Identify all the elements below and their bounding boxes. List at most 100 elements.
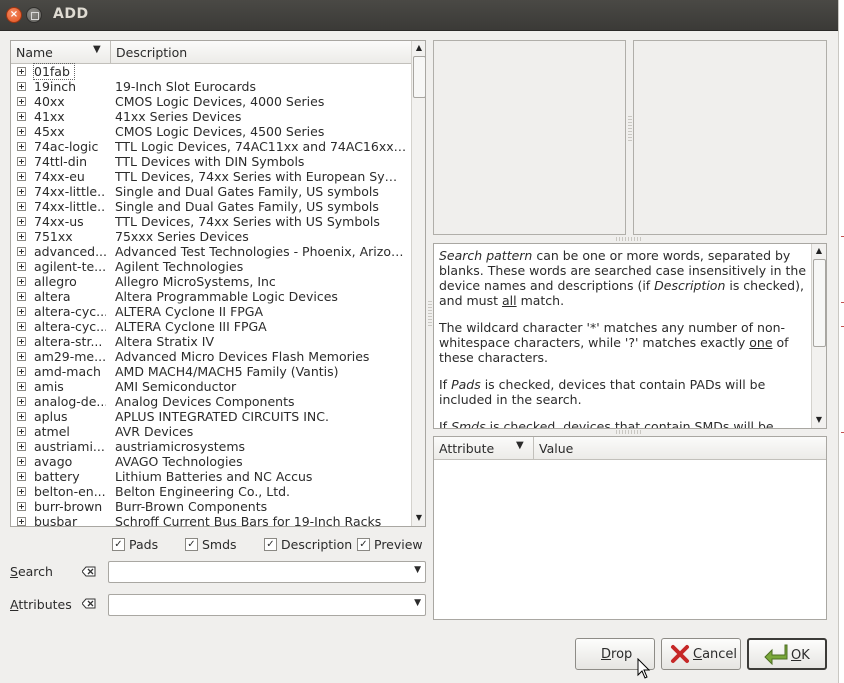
cancel-button[interactable]: Cancel — [661, 638, 741, 670]
expand-plus-icon[interactable] — [17, 157, 26, 166]
expand-plus-icon[interactable] — [17, 67, 26, 76]
maximize-icon[interactable] — [26, 7, 42, 23]
close-icon[interactable]: × — [6, 7, 22, 23]
tree-row[interactable]: atmel AVR Devices — [11, 424, 411, 439]
expand-plus-icon[interactable] — [17, 367, 26, 376]
expand-plus-icon[interactable] — [17, 427, 26, 436]
tree-row[interactable]: 74xx-little... Single and Dual Gates Fami… — [11, 184, 411, 199]
tree-row-name: 19inch — [34, 79, 77, 94]
tree-row[interactable]: belton-en... Belton Engineering Co., Ltd. — [11, 484, 411, 499]
attribute-sort-chevron-icon: ▼ — [516, 440, 524, 451]
expand-plus-icon[interactable] — [17, 442, 26, 451]
tree-row[interactable]: am29-me... Advanced Micro Devices Flash M… — [11, 349, 411, 364]
description-column-header[interactable]: Description — [116, 45, 187, 60]
name-column-header[interactable]: Name ▼ — [11, 41, 111, 63]
tree-row[interactable]: 45xx CMOS Logic Devices, 4500 Series — [11, 124, 411, 139]
tree-row[interactable]: 74ttl-din TTL Devices with DIN Symbols — [11, 154, 411, 169]
tree-row[interactable]: 40xx CMOS Logic Devices, 4000 Series — [11, 94, 411, 109]
tree-row-name: 01fab — [33, 63, 75, 80]
tree-row[interactable]: 74ac-logic TTL Logic Devices, 74AC11xx an… — [11, 139, 411, 154]
help-scroll-up-icon[interactable]: ▲ — [812, 244, 826, 258]
expand-plus-icon[interactable] — [17, 472, 26, 481]
tree-row[interactable]: 74xx-little... Single and Dual Gates Fami… — [11, 199, 411, 214]
expand-plus-icon[interactable] — [17, 172, 26, 181]
expand-plus-icon[interactable] — [17, 187, 26, 196]
expand-plus-icon[interactable] — [17, 217, 26, 226]
help-scrollbar[interactable]: ▲ ▼ — [811, 244, 826, 428]
expand-plus-icon[interactable] — [17, 307, 26, 316]
value-column-header[interactable]: Value — [539, 441, 573, 456]
expand-plus-icon[interactable] — [17, 292, 26, 301]
mouse-cursor-icon — [637, 658, 651, 679]
tree-row[interactable]: altera-cyc... ALTERA Cyclone III FPGA — [11, 319, 411, 334]
expand-plus-icon[interactable] — [17, 202, 26, 211]
expand-plus-icon[interactable] — [17, 502, 26, 511]
tree-row[interactable]: 751xx 75xxx Series Devices — [11, 229, 411, 244]
expand-plus-icon[interactable] — [17, 247, 26, 256]
tree-row-name: 74xx-little... — [34, 199, 106, 214]
tree-rows: 01fab 19inch 19-Inch Slot Eurocards 40xx CMO… — [11, 63, 411, 526]
attr-splitter[interactable] — [616, 430, 642, 434]
attributes-combobox[interactable]: ▼ — [108, 594, 426, 616]
expand-plus-icon[interactable] — [17, 142, 26, 151]
help-text-panel: Search pattern can be one or more words,… — [433, 243, 827, 429]
clear-search-icon[interactable] — [82, 566, 96, 577]
ok-button[interactable]: OK — [747, 638, 827, 670]
tree-row[interactable]: burr-brown Burr-Brown Components — [11, 499, 411, 514]
expand-plus-icon[interactable] — [17, 82, 26, 91]
expand-plus-icon[interactable] — [17, 262, 26, 271]
attribute-table[interactable]: Attribute ▼ Value — [433, 436, 827, 620]
expand-plus-icon[interactable] — [17, 127, 26, 136]
tree-row-name: 751xx — [34, 229, 73, 244]
tree-row[interactable]: altera Altera Programmable Logic Devices — [11, 289, 411, 304]
tree-row[interactable]: advanced... Advanced Test Technologies - … — [11, 244, 411, 259]
scroll-down-icon[interactable]: ▼ — [412, 511, 425, 525]
scroll-up-icon[interactable]: ▲ — [412, 41, 425, 55]
expand-plus-icon[interactable] — [17, 337, 26, 346]
vertical-splitter[interactable] — [428, 300, 432, 326]
expand-plus-icon[interactable] — [17, 487, 26, 496]
tree-row[interactable]: 41xx 41xx Series Devices — [11, 109, 411, 124]
expand-plus-icon[interactable] — [17, 112, 26, 121]
tree-row[interactable]: 74xx-us TTL Devices, 74xx Series with US … — [11, 214, 411, 229]
help-scroll-down-icon[interactable]: ▼ — [812, 413, 826, 427]
expand-plus-icon[interactable] — [17, 457, 26, 466]
expand-plus-icon[interactable] — [17, 232, 26, 241]
tree-row[interactable]: busbar Schroff Current Bus Bars for 19-In… — [11, 514, 411, 526]
expand-plus-icon[interactable] — [17, 397, 26, 406]
help-scroll-thumb[interactable] — [813, 259, 826, 347]
tree-row[interactable]: austriami... austriamicrosystems — [11, 439, 411, 454]
preview-splitter[interactable] — [628, 115, 632, 141]
tree-row-description: TTL Logic Devices, 74AC11xx and 74AC16xx… — [115, 139, 409, 154]
tree-scrollbar[interactable]: ▲ ▼ — [411, 41, 425, 526]
search-combobox[interactable]: ▼ — [108, 561, 426, 583]
help-splitter[interactable] — [616, 237, 642, 241]
tree-row[interactable]: 19inch 19-Inch Slot Eurocards — [11, 79, 411, 94]
tree-row-name: amis — [34, 379, 64, 394]
tree-row[interactable]: battery Lithium Batteries and NC Accus — [11, 469, 411, 484]
tree-row[interactable]: altera-str... Altera Stratix IV — [11, 334, 411, 349]
expand-plus-icon[interactable] — [17, 322, 26, 331]
expand-plus-icon[interactable] — [17, 412, 26, 421]
clear-attributes-icon[interactable] — [82, 598, 96, 609]
expand-plus-icon[interactable] — [17, 277, 26, 286]
tree-row[interactable]: 74xx-eu TTL Devices, 74xx Series with Eur… — [11, 169, 411, 184]
tree-row[interactable]: amd-mach AMD MACH4/MACH5 Family (Vantis) — [11, 364, 411, 379]
expand-plus-icon[interactable] — [17, 382, 26, 391]
scroll-thumb[interactable] — [413, 56, 425, 98]
tree-row[interactable]: 01fab — [11, 63, 411, 80]
library-tree[interactable]: Name ▼ Description 01fab 19inch 19-Inch Sl… — [10, 40, 426, 527]
tree-row[interactable]: altera-cyc... ALTERA Cyclone II FPGA — [11, 304, 411, 319]
attribute-column-header[interactable]: Attribute ▼ — [434, 437, 534, 459]
tree-row[interactable]: agilent-te... Agilent Technologies — [11, 259, 411, 274]
expand-plus-icon[interactable] — [17, 97, 26, 106]
tree-row[interactable]: allegro Allegro MicroSystems, Inc — [11, 274, 411, 289]
expand-plus-icon[interactable] — [17, 517, 26, 526]
tree-row[interactable]: amis AMI Semiconductor — [11, 379, 411, 394]
tree-row[interactable]: analog-de... Analog Devices Components — [11, 394, 411, 409]
tree-row[interactable]: aplus APLUS INTEGRATED CIRCUITS INC. — [11, 409, 411, 424]
attributes-dropdown-icon[interactable]: ▼ — [414, 598, 421, 608]
expand-plus-icon[interactable] — [17, 352, 26, 361]
search-dropdown-icon[interactable]: ▼ — [414, 565, 421, 575]
tree-row[interactable]: avago AVAGO Technologies — [11, 454, 411, 469]
